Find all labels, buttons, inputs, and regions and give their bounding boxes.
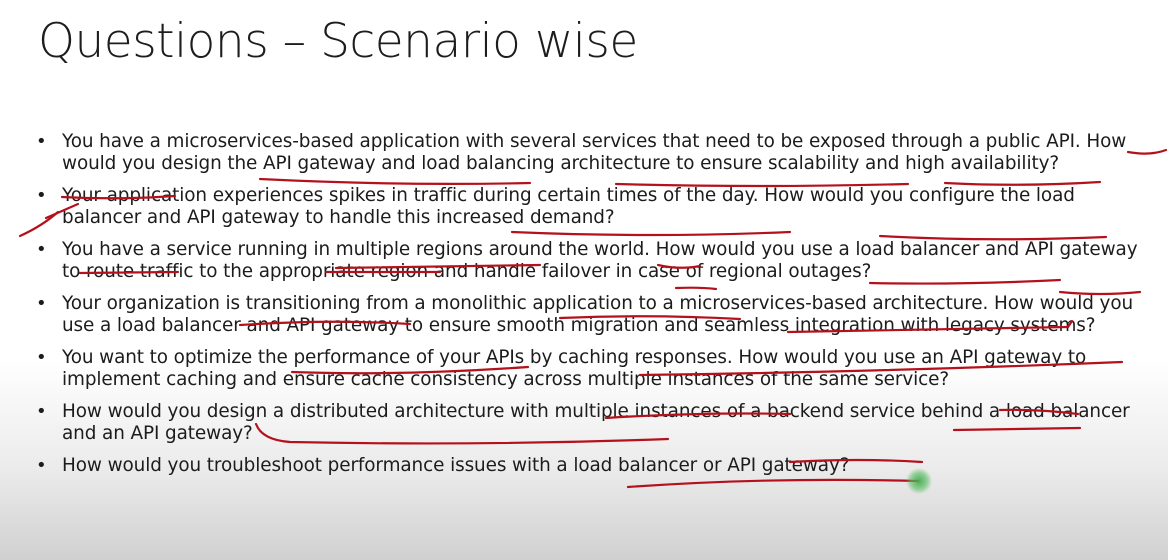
bullet-icon: • <box>36 131 47 152</box>
question-text: How would you troubleshoot performance i… <box>62 455 850 476</box>
question-text: Your application experiences spikes in t… <box>62 185 1075 228</box>
question-item-5: • You want to optimize the performance of… <box>30 347 1140 390</box>
question-item-2: • Your application experiences spikes in … <box>30 185 1140 228</box>
bullet-icon: • <box>36 185 47 206</box>
bullet-icon: • <box>36 239 47 260</box>
question-item-3: • You have a service running in multiple … <box>30 239 1140 282</box>
question-item-7: • How would you troubleshoot performance … <box>30 455 1140 477</box>
question-text: How would you design a distributed archi… <box>62 401 1130 444</box>
bullet-icon: • <box>36 347 47 368</box>
question-item-1: • You have a microservices-based applicat… <box>30 131 1140 174</box>
bullet-icon: • <box>36 455 47 476</box>
question-text: Your organization is transitioning from … <box>62 293 1134 336</box>
bullet-icon: • <box>36 401 47 422</box>
question-item-4: • Your organization is transitioning from… <box>30 293 1140 336</box>
question-text: You have a microservices-based applicati… <box>62 131 1127 174</box>
bullet-icon: • <box>36 293 47 314</box>
slide-title: Questions – Scenario wise <box>38 14 638 69</box>
question-item-6: • How would you design a distributed arch… <box>30 401 1140 444</box>
question-text: You want to optimize the performance of … <box>62 347 1087 390</box>
question-list: • You have a microservices-based applicat… <box>30 131 1140 488</box>
question-text: You have a service running in multiple r… <box>62 239 1138 282</box>
pointer-cursor-icon <box>906 468 932 494</box>
